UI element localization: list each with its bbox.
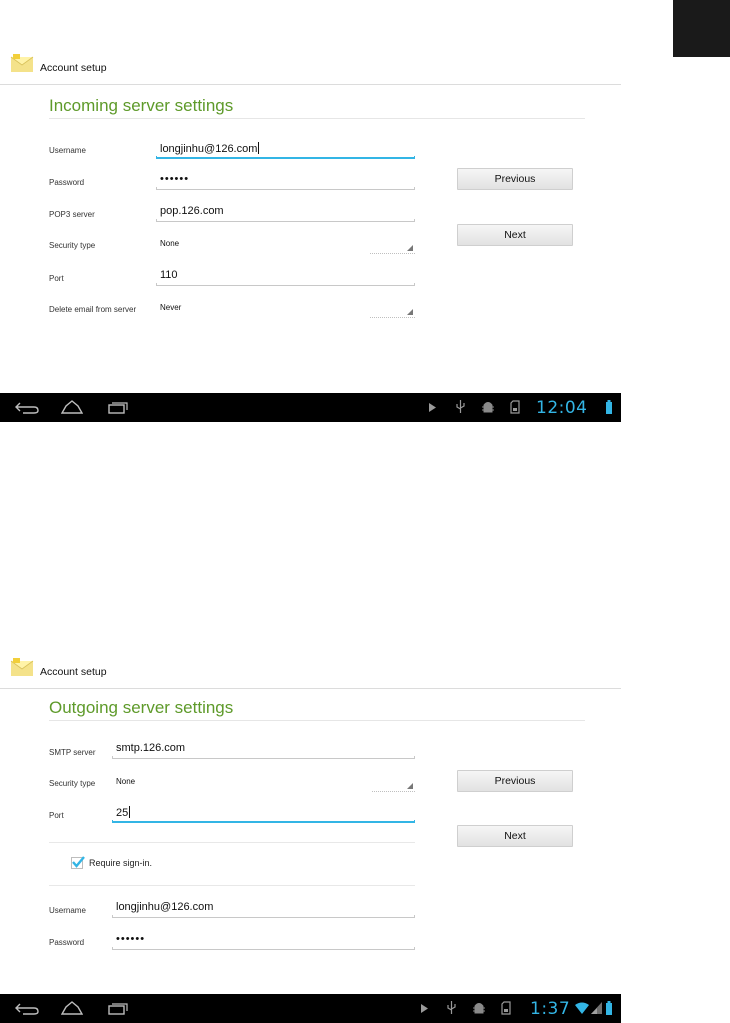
- section-title: Outgoing server settings: [49, 698, 234, 717]
- status-clock: 1:37: [530, 999, 571, 1019]
- checkmark-icon: [72, 856, 85, 868]
- smtp-server-field[interactable]: smtp.126.com: [112, 739, 415, 759]
- section-divider: [49, 885, 415, 886]
- page-corner-tab: [673, 0, 730, 57]
- username-field[interactable]: longjinhu@126.com: [112, 898, 415, 918]
- dropdown-triangle-icon: [407, 783, 413, 789]
- home-icon[interactable]: [61, 400, 83, 414]
- port-label: Port: [49, 811, 64, 820]
- system-navigation-bar: 12:04: [0, 393, 621, 422]
- username-label: Username: [49, 906, 86, 915]
- battery-icon: [606, 1001, 612, 1015]
- signal-icon: [591, 1002, 602, 1014]
- debug-icon: [481, 400, 495, 414]
- next-button[interactable]: Next: [457, 825, 573, 847]
- port-field[interactable]: 25: [112, 803, 415, 823]
- email-app-icon[interactable]: [10, 658, 34, 678]
- pop3-server-field[interactable]: pop.126.com: [156, 202, 415, 222]
- sd-card-icon: [501, 1001, 511, 1015]
- dropdown-triangle-icon: [407, 245, 413, 251]
- port-label: Port: [49, 274, 64, 283]
- play-icon: [421, 1004, 428, 1013]
- previous-button[interactable]: Previous: [457, 168, 573, 190]
- action-bar: Account setup: [0, 48, 621, 85]
- app-title: Account setup: [40, 666, 107, 678]
- previous-button[interactable]: Previous: [457, 770, 573, 792]
- security-type-label: Security type: [49, 241, 96, 250]
- username-value: longjinhu@126.com: [160, 143, 258, 155]
- section-divider: [49, 842, 415, 843]
- battery-icon: [606, 400, 612, 414]
- text-cursor: [129, 806, 131, 818]
- next-button[interactable]: Next: [457, 224, 573, 246]
- password-label: Password: [49, 938, 85, 947]
- port-value: 25: [116, 807, 129, 819]
- delete-email-label: Delete email from server: [49, 305, 137, 314]
- require-signin-label: Require sign-in.: [89, 858, 153, 868]
- password-label: Password: [49, 178, 85, 187]
- text-cursor: [258, 142, 260, 154]
- security-type-spinner[interactable]: None: [156, 234, 415, 254]
- sd-card-icon: [510, 400, 520, 414]
- play-icon: [429, 403, 436, 412]
- section-divider: [49, 720, 585, 721]
- action-bar: Account setup: [0, 652, 621, 689]
- port-field[interactable]: 110: [156, 266, 415, 286]
- outgoing-settings-screen: Account setup Outgoing server settings S…: [0, 652, 621, 1023]
- security-type-value: None: [116, 777, 136, 786]
- smtp-server-label: SMTP server: [49, 748, 96, 757]
- password-value: ••••••: [116, 933, 146, 945]
- username-field[interactable]: longjinhu@126.com: [156, 139, 415, 159]
- delete-email-value: Never: [160, 303, 182, 312]
- security-type-label: Security type: [49, 779, 96, 788]
- debug-icon: [472, 1001, 486, 1015]
- recent-apps-icon[interactable]: [108, 1002, 128, 1015]
- system-navigation-bar: 1:37: [0, 994, 621, 1023]
- back-icon[interactable]: [15, 1003, 39, 1015]
- pop3-server-label: POP3 server: [49, 210, 95, 219]
- password-value: ••••••: [160, 173, 190, 185]
- section-divider: [49, 118, 585, 119]
- home-icon[interactable]: [61, 1001, 83, 1015]
- smtp-server-value: smtp.126.com: [116, 742, 186, 754]
- security-type-value: None: [160, 239, 180, 248]
- dropdown-triangle-icon: [407, 309, 413, 315]
- require-signin-checkbox[interactable]: [71, 856, 85, 869]
- delete-email-spinner[interactable]: Never: [156, 298, 415, 318]
- password-field[interactable]: ••••••: [156, 170, 415, 190]
- back-icon[interactable]: [15, 402, 39, 414]
- status-clock: 12:04: [536, 398, 588, 418]
- recent-apps-icon[interactable]: [108, 401, 128, 414]
- usb-icon: [447, 1001, 456, 1015]
- port-value: 110: [160, 269, 178, 281]
- username-value: longjinhu@126.com: [116, 901, 214, 913]
- email-app-icon[interactable]: [10, 54, 34, 74]
- security-type-spinner[interactable]: None: [112, 772, 415, 792]
- section-title: Incoming server settings: [49, 96, 234, 115]
- app-title: Account setup: [40, 62, 107, 74]
- wifi-icon: [575, 1002, 589, 1014]
- usb-icon: [456, 400, 465, 414]
- incoming-settings-screen: Account setup Incoming server settings U…: [0, 48, 621, 422]
- pop3-server-value: pop.126.com: [160, 205, 224, 217]
- username-label: Username: [49, 146, 86, 155]
- password-field[interactable]: ••••••: [112, 930, 415, 950]
